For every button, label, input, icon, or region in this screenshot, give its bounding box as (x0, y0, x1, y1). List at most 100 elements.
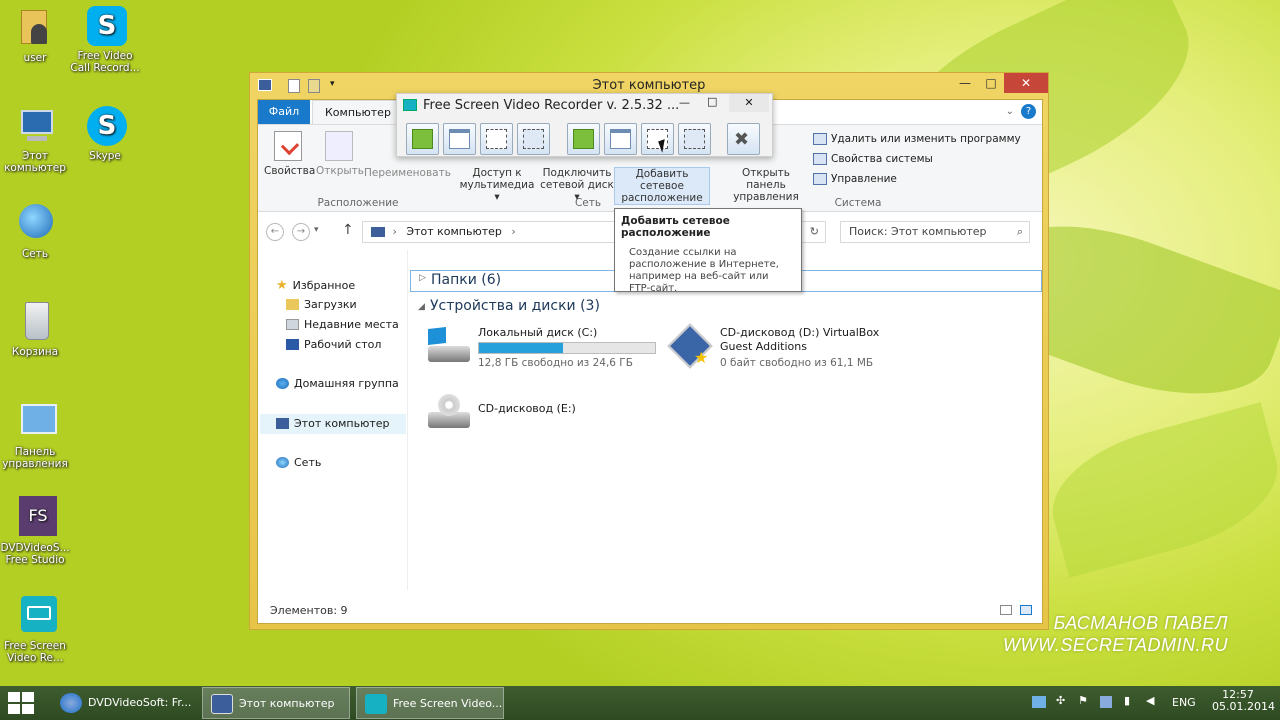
tray-volume-icon[interactable]: ◀ (1146, 694, 1154, 707)
recorder-toolbar[interactable]: Free Screen Video Recorder v. 2.5.32 ...… (396, 93, 773, 157)
sidebar-item-downloads[interactable]: Загрузки (286, 298, 357, 311)
tray-monitor-icon[interactable] (1100, 696, 1112, 708)
desktop-icon (286, 339, 299, 350)
desktop-icon-network[interactable]: Сеть (0, 202, 70, 260)
recorder-app-icon (403, 99, 417, 111)
maximize-button[interactable]: □ (978, 73, 1004, 93)
language-indicator[interactable]: ENG (1172, 696, 1196, 709)
start-button[interactable] (8, 692, 34, 714)
screenshot-area-button[interactable] (678, 123, 711, 155)
refresh-icon[interactable]: ↻ (810, 222, 819, 242)
desktop-icon-free-video-call-recorder[interactable]: S Free Video Call Record... (70, 4, 140, 74)
recycle-bin-icon (13, 300, 57, 344)
add-network-location-button[interactable]: Добавить сетевое расположение (614, 167, 710, 205)
taskbar-item-explorer[interactable]: Этот компьютер (202, 687, 350, 719)
navigation-pane: ★ Избранное Загрузки Недавние места Рабоч… (258, 250, 408, 590)
sidebar-item-homegroup[interactable]: Домашняя группа (276, 377, 399, 390)
help-icon[interactable]: ? (1021, 104, 1036, 119)
tab-computer[interactable]: Компьютер (312, 100, 404, 124)
taskbar-item-recorder[interactable]: Free Screen Video... (356, 687, 504, 719)
devices-group-header[interactable]: Устройства и диски (3) (430, 298, 600, 314)
recorder-settings-button[interactable]: ✖ (727, 123, 760, 155)
taskbar: DVDVideoSoft: Fr... Этот компьютер Free … (0, 686, 1280, 720)
forward-button[interactable]: → (292, 223, 310, 241)
drive-e[interactable]: CD-дисковод (E:) (426, 392, 576, 436)
sidebar-item-desktop[interactable]: Рабочий стол (286, 338, 381, 351)
window-title: Этот компьютер (592, 78, 706, 93)
fullscreen-icon (412, 129, 433, 149)
properties-icon (274, 131, 302, 161)
desktop-icon-free-screen-video-recorder[interactable]: Free Screen Video Re... (0, 594, 70, 664)
virtualbox-cd-icon: ★ (667, 323, 713, 370)
window-icon (449, 129, 470, 149)
minimize-button[interactable]: — (952, 73, 978, 93)
recorder-minimize-button[interactable]: — (679, 96, 690, 109)
tray-tools-icon[interactable]: ✣ (1056, 694, 1065, 707)
recorder-title: Free Screen Video Recorder v. 2.5.32 ... (423, 98, 680, 113)
taskbar-item-ie[interactable]: DVDVideoSoft: Fr... (52, 687, 200, 719)
details-view-icon[interactable] (1000, 605, 1012, 615)
search-icon: ⌕ (1016, 225, 1023, 238)
tiles-view-icon[interactable] (1020, 605, 1032, 615)
desktop-icon-recycle-bin[interactable]: Корзина (0, 300, 70, 358)
record-window-button[interactable] (443, 123, 476, 155)
downloads-folder-icon (286, 299, 299, 310)
computer-icon (13, 104, 57, 148)
open-control-panel-button[interactable]: Открыть панель управления (722, 167, 810, 203)
media-access-button[interactable]: Доступ к мультимедиа ▾ (458, 167, 536, 203)
drive-d[interactable]: ★ CD-дисковод (D:) VirtualBox Guest Addi… (667, 323, 910, 370)
clock[interactable]: 12:57 05.01.2014 (1212, 689, 1275, 713)
desktop-icon-control-panel[interactable]: Панель управления (0, 400, 70, 470)
tray-network-icon[interactable] (1032, 696, 1046, 708)
tab-file[interactable]: Файл (258, 100, 310, 124)
desktop-icon-user[interactable]: user (0, 6, 70, 64)
manage-button[interactable]: Управление (813, 173, 897, 185)
address-chevron-icon: › (511, 225, 516, 238)
record-fullscreen-button[interactable] (406, 123, 439, 155)
sidebar-item-network[interactable]: Сеть (276, 456, 321, 469)
close-button[interactable]: ✕ (1004, 73, 1048, 93)
desktop-icon-this-pc[interactable]: Этот компьютер (0, 104, 70, 174)
recorder-close-button[interactable]: ✕ (729, 94, 769, 112)
skype-recorder-icon: S (83, 4, 127, 48)
drive-c-usage-fill (479, 343, 564, 353)
free-studio-icon: FS (13, 496, 57, 540)
desktop-icon-skype[interactable]: S Skype (70, 104, 140, 162)
screenshot-window-icon (610, 129, 631, 149)
tooltip: Добавить сетевое расположение Создание с… (614, 208, 802, 294)
screenshot-fullscreen-button[interactable] (567, 123, 600, 155)
up-button[interactable]: ↑ (342, 222, 354, 238)
recorder-maximize-button[interactable]: □ (707, 95, 717, 108)
address-chevron-icon: › (392, 225, 397, 238)
internet-explorer-icon (60, 693, 82, 713)
tray-flag-icon[interactable]: ⚑ (1078, 694, 1088, 707)
windows-logo-icon (8, 692, 20, 702)
recent-locations-icon[interactable]: ▾ (314, 225, 319, 235)
sidebar-item-recent[interactable]: Недавние места (286, 318, 399, 331)
sidebar-item-this-pc[interactable]: Этот компьютер (276, 417, 390, 430)
computer-icon (211, 694, 233, 714)
screenshot-area-icon (684, 129, 705, 149)
address-computer-icon (371, 227, 385, 237)
ribbon-expand-icon[interactable]: ⌄ (1006, 106, 1014, 117)
drive-c[interactable]: Локальный диск (C:) 12,8 ГБ свободно из … (426, 326, 656, 370)
open-button[interactable]: Открыть (316, 131, 364, 177)
address-text: Этот компьютер (406, 225, 502, 238)
network-globe-icon (13, 202, 57, 246)
rename-button[interactable]: Переименовать (364, 167, 451, 179)
screen-recorder-icon (365, 694, 387, 714)
system-properties-button[interactable]: Свойства системы (813, 153, 933, 165)
uninstall-program-button[interactable]: Удалить или изменить программу (813, 133, 1021, 145)
record-object-button[interactable] (480, 123, 513, 155)
star-icon: ★ (276, 278, 288, 293)
record-area-button[interactable] (517, 123, 550, 155)
screenshot-window-button[interactable] (604, 123, 637, 155)
skype-icon: S (83, 104, 127, 148)
wallpaper-leaf (1038, 402, 1280, 578)
back-button[interactable]: ← (266, 223, 284, 241)
search-input[interactable]: Поиск: Этот компьютер ⌕ (840, 221, 1030, 243)
desktop-icon-dvdvideosoft[interactable]: FS DVDVideoS... Free Studio (0, 496, 70, 566)
tray-signal-icon[interactable]: ▮ (1124, 694, 1130, 707)
properties-button[interactable]: Свойства (264, 131, 315, 177)
sidebar-item-favorites[interactable]: ★ Избранное (276, 278, 355, 293)
